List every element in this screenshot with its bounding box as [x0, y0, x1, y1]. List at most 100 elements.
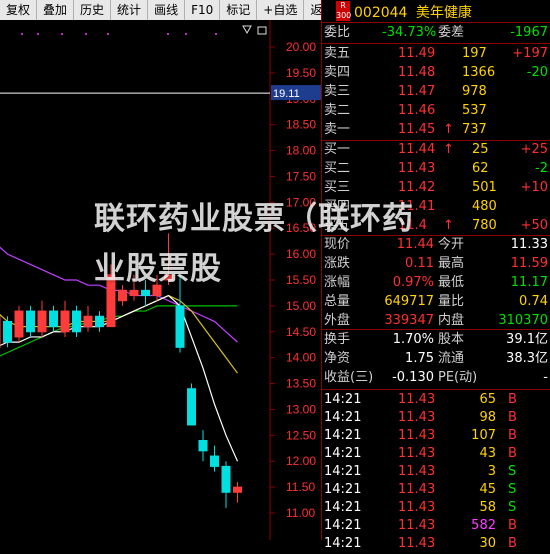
stat-label: 内盘 [438, 313, 465, 328]
tick-price: 11.43 [398, 446, 436, 461]
toolbar: 复权叠加历史统计画线F10标记+自选返回 [0, 0, 342, 20]
tick-side: B [508, 410, 517, 425]
dropdown-triangle-icon [242, 25, 252, 35]
tick-price: 11.43 [398, 428, 436, 443]
toolbar-button[interactable]: 历史 [74, 0, 112, 20]
candle-body [37, 310, 47, 333]
bid-volume: 25 [472, 142, 489, 157]
price-tick-label: 19.50 [286, 66, 316, 80]
stat-value: 1.75 [405, 351, 434, 366]
stat-label: 股本 [438, 332, 465, 347]
quote-row: 卖四 11.48 1366 -20 [322, 63, 550, 83]
bid-change: +50 [520, 218, 548, 233]
tick-time: 14:21 [324, 446, 362, 461]
candle-body [141, 289, 150, 297]
price-tick-label: 14.00 [286, 351, 316, 365]
stat-label: 净资 [324, 351, 351, 366]
marker-dot [61, 33, 63, 35]
tick-time: 14:21 [324, 410, 362, 425]
marker-dot [21, 33, 23, 35]
candle-body [198, 440, 208, 452]
ask-change: -20 [526, 65, 548, 80]
ask-volume: 737 [462, 122, 487, 137]
toolbar-button[interactable]: 画线 [148, 0, 186, 20]
bid-volume: 501 [472, 180, 497, 195]
quote-row: 卖五 11.49 197 +197 [322, 44, 550, 64]
candle-body [60, 310, 70, 333]
toolbar-button[interactable]: 统计 [111, 0, 149, 20]
bid-volume: 62 [472, 161, 489, 176]
tick-price: 11.43 [398, 536, 436, 551]
stock-header: R 300 002044 美年健康 [322, 0, 550, 23]
quote-row: 换手 1.70% 股本 39.1亿 [322, 330, 550, 350]
stat-label: 涨幅 [324, 275, 351, 290]
ask-price: 11.46 [398, 103, 436, 118]
quote-row: 总量 649717 量比 0.74 [322, 292, 550, 312]
price-tick-label: 17.50 [286, 169, 316, 183]
quote-row: 14:21 11.43 582 B [322, 516, 550, 536]
toolbar-button[interactable]: 叠加 [37, 0, 75, 20]
toolbar-button[interactable]: 标记 [220, 0, 258, 20]
marker-dot [85, 33, 87, 35]
quote-row: 收益(三) -0.130 PE(动) - [322, 368, 550, 388]
toolbar-button[interactable]: +自选 [257, 0, 305, 20]
marker-dot [215, 33, 217, 35]
ask-label: 卖二 [324, 103, 351, 118]
quote-row: 外盘 339347 内盘 310370 [322, 311, 550, 331]
stat-value: 649717 [384, 294, 434, 309]
watermark-line1: 联环药业股票（联环药 [94, 201, 414, 237]
tick-volume: 43 [479, 446, 496, 461]
quote-row: 买一 11.44 25 +25 ↑ [322, 140, 550, 160]
stat-label: 最高 [438, 256, 465, 271]
quote-row: 14:21 11.43 3 S [322, 462, 550, 482]
ask-label: 卖一 [324, 122, 351, 137]
tick-volume: 58 [479, 500, 496, 515]
stat-label: 量比 [438, 294, 465, 309]
up-arrow-icon: ↑ [443, 122, 454, 137]
quote-row: 14:21 11.43 107 B [322, 426, 550, 446]
candle-body [83, 315, 93, 328]
tick-volume: 582 [471, 518, 496, 533]
price-tick-label: 20.00 [286, 40, 316, 54]
price-tick-label: 11.50 [286, 480, 315, 494]
ask-volume: 1366 [462, 65, 496, 80]
stat-value: 39.1亿 [506, 332, 548, 347]
quote-row: 14:21 11.43 45 S [322, 480, 550, 500]
price-tick-label: 16.00 [286, 247, 316, 261]
marker-dot [167, 33, 169, 35]
tick-side: B [508, 428, 517, 443]
candle-body [175, 305, 185, 348]
watermark-line2: 业股票股 [94, 251, 222, 287]
price-tick-label: 15.50 [286, 273, 316, 287]
quote-row: 14:21 11.43 98 B [322, 408, 550, 428]
stat-value: 310370 [498, 313, 548, 328]
stat-value: 11.44 [396, 237, 434, 252]
stat-value: 38.3亿 [506, 351, 548, 366]
ask-price: 11.49 [398, 46, 436, 61]
current-price-label: 19.11 [273, 88, 300, 100]
price-tick-label: 18.50 [286, 118, 316, 132]
candle-body [3, 320, 12, 343]
stat-label: PE(动) [438, 370, 478, 385]
toolbar-button[interactable]: 复权 [0, 0, 38, 20]
badge-bottom: 300 [336, 11, 352, 20]
tick-price: 11.43 [398, 500, 436, 515]
stat-value: 11.59 [510, 256, 548, 271]
ask-label: 卖四 [324, 65, 351, 80]
bid-price: 11.44 [398, 142, 436, 157]
bid-volume: 780 [472, 218, 497, 233]
tick-side: S [508, 500, 517, 515]
stat-label: 现价 [324, 237, 351, 252]
stat-label: 收益(三) [324, 370, 374, 385]
ma-line-green [0, 305, 238, 357]
bid-label: 买一 [324, 142, 351, 157]
marker-dot [107, 33, 109, 35]
stat-label: 换手 [324, 332, 351, 347]
quote-row: 现价 11.44 今开 11.33 [322, 235, 550, 255]
tick-volume: 65 [479, 392, 496, 407]
quote-row: 买二 11.43 62 -2 [322, 159, 550, 179]
bid-change: -2 [535, 161, 548, 176]
toolbar-button[interactable]: F10 [185, 0, 221, 20]
tick-side: B [508, 518, 517, 533]
quote-row: 卖一 11.45 737 ↑ [322, 120, 550, 140]
